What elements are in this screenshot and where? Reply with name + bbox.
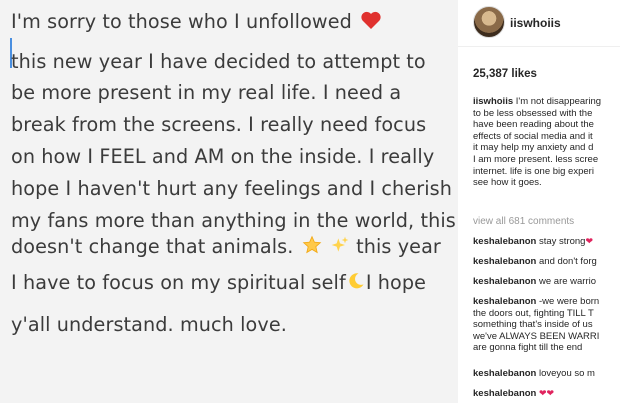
comment-4-username[interactable]: keshalebanon bbox=[473, 296, 536, 307]
caption-line-5: it may help my anxiety and d bbox=[473, 142, 594, 154]
sparkles-emoji-icon bbox=[330, 235, 350, 260]
star-emoji-icon bbox=[302, 235, 322, 260]
note-line-8-tail: this year bbox=[356, 235, 441, 258]
comment-3: keshalebanon we are warrio bbox=[473, 276, 596, 288]
comment-5-text: loveyou so m bbox=[539, 368, 595, 379]
instagram-post-panel: iiswhoiis 25,387 likes iiswhoiis I'm not… bbox=[458, 0, 620, 403]
note-line-4: break from the screens. I really need fo… bbox=[11, 113, 427, 136]
comment-2: keshalebanon and don't forg bbox=[473, 256, 597, 268]
caption-line-8: see how it goes. bbox=[473, 177, 542, 189]
crescent-moon-emoji-icon bbox=[346, 271, 366, 296]
comment-2-username[interactable]: keshalebanon bbox=[473, 256, 536, 267]
note-line-9-tail: I hope bbox=[365, 271, 427, 294]
caption-line-1: I'm not disappearing bbox=[515, 96, 602, 107]
caption-line-3: have been reading about the bbox=[473, 119, 594, 131]
comment-4-line-2: the doors out, fighting TILL T bbox=[473, 307, 594, 319]
comment-4: keshalebanon -we were born the doors out… bbox=[473, 296, 599, 354]
note-line-8-text: doesn't change that animals. bbox=[11, 235, 294, 258]
comment-5: keshalebanon loveyou so m bbox=[473, 368, 595, 380]
note-line-7: my fans more than anything in the world,… bbox=[11, 209, 456, 232]
comment-1-text: stay strong bbox=[539, 236, 586, 247]
comment-4-line-3: something that's inside of us bbox=[473, 319, 593, 331]
likes-count[interactable]: 25,387 likes bbox=[473, 68, 537, 80]
caption-line-7: internet. life is one big experi bbox=[473, 165, 594, 177]
note-line-1-text: I'm sorry to those who I unfollowed bbox=[11, 10, 352, 33]
comment-1: keshalebanon stay strong❤ bbox=[473, 236, 593, 248]
caption-line-2: to be less obsessed with the bbox=[473, 107, 593, 119]
comment-2-text: and don't forg bbox=[539, 256, 597, 267]
comment-3-username[interactable]: keshalebanon bbox=[473, 276, 536, 287]
comment-4-line-4: we've ALWAYS BEEN WARRI bbox=[473, 330, 600, 342]
notes-image: I'm sorry to those who I unfollowed this… bbox=[0, 0, 458, 403]
comment-5-username[interactable]: keshalebanon bbox=[473, 368, 536, 379]
caption-line-6: I am more present. less scree bbox=[473, 153, 599, 165]
post-username[interactable]: iiswhoiis bbox=[510, 16, 561, 30]
note-line-2: this new year I have decided to attempt … bbox=[11, 50, 426, 73]
comment-6-username[interactable]: keshalebanon bbox=[473, 388, 536, 399]
heart-emoji-icon bbox=[360, 10, 382, 35]
comment-4-line-5: are gonna fight till the end bbox=[473, 342, 583, 354]
note-line-5: on how I FEEL and AM on the inside. I re… bbox=[11, 145, 435, 168]
note-line-8: doesn't change that animals. this year bbox=[11, 235, 441, 260]
comment-3-text: we are warrio bbox=[539, 276, 597, 287]
note-line-6: hope I haven't hurt any feelings and I c… bbox=[11, 177, 452, 200]
note-line-9-text: I have to focus on my spiritual self bbox=[11, 271, 346, 294]
note-line-3: be more present in my real life. I need … bbox=[11, 81, 402, 104]
caption-username[interactable]: iiswhoiis bbox=[473, 96, 513, 107]
avatar[interactable] bbox=[473, 6, 505, 38]
view-all-comments-link[interactable]: view all 681 comments bbox=[473, 216, 574, 227]
heart-icon: ❤ bbox=[585, 236, 594, 246]
note-line-1: I'm sorry to those who I unfollowed bbox=[11, 10, 382, 35]
post-caption: iiswhoiis I'm not disappearing to be les… bbox=[473, 96, 620, 189]
heart-icon: ❤❤ bbox=[539, 388, 555, 398]
caption-line-4: effects of social media and it bbox=[473, 130, 593, 142]
post-header: iiswhoiis bbox=[458, 0, 620, 47]
note-line-10: y'all understand. much love. bbox=[11, 313, 287, 336]
note-line-9: I have to focus on my spiritual self I h… bbox=[11, 271, 426, 296]
comment-6: keshalebanon ❤❤ bbox=[473, 388, 554, 400]
comment-1-username[interactable]: keshalebanon bbox=[473, 236, 536, 247]
comment-4-line-1: -we were born bbox=[539, 296, 600, 307]
